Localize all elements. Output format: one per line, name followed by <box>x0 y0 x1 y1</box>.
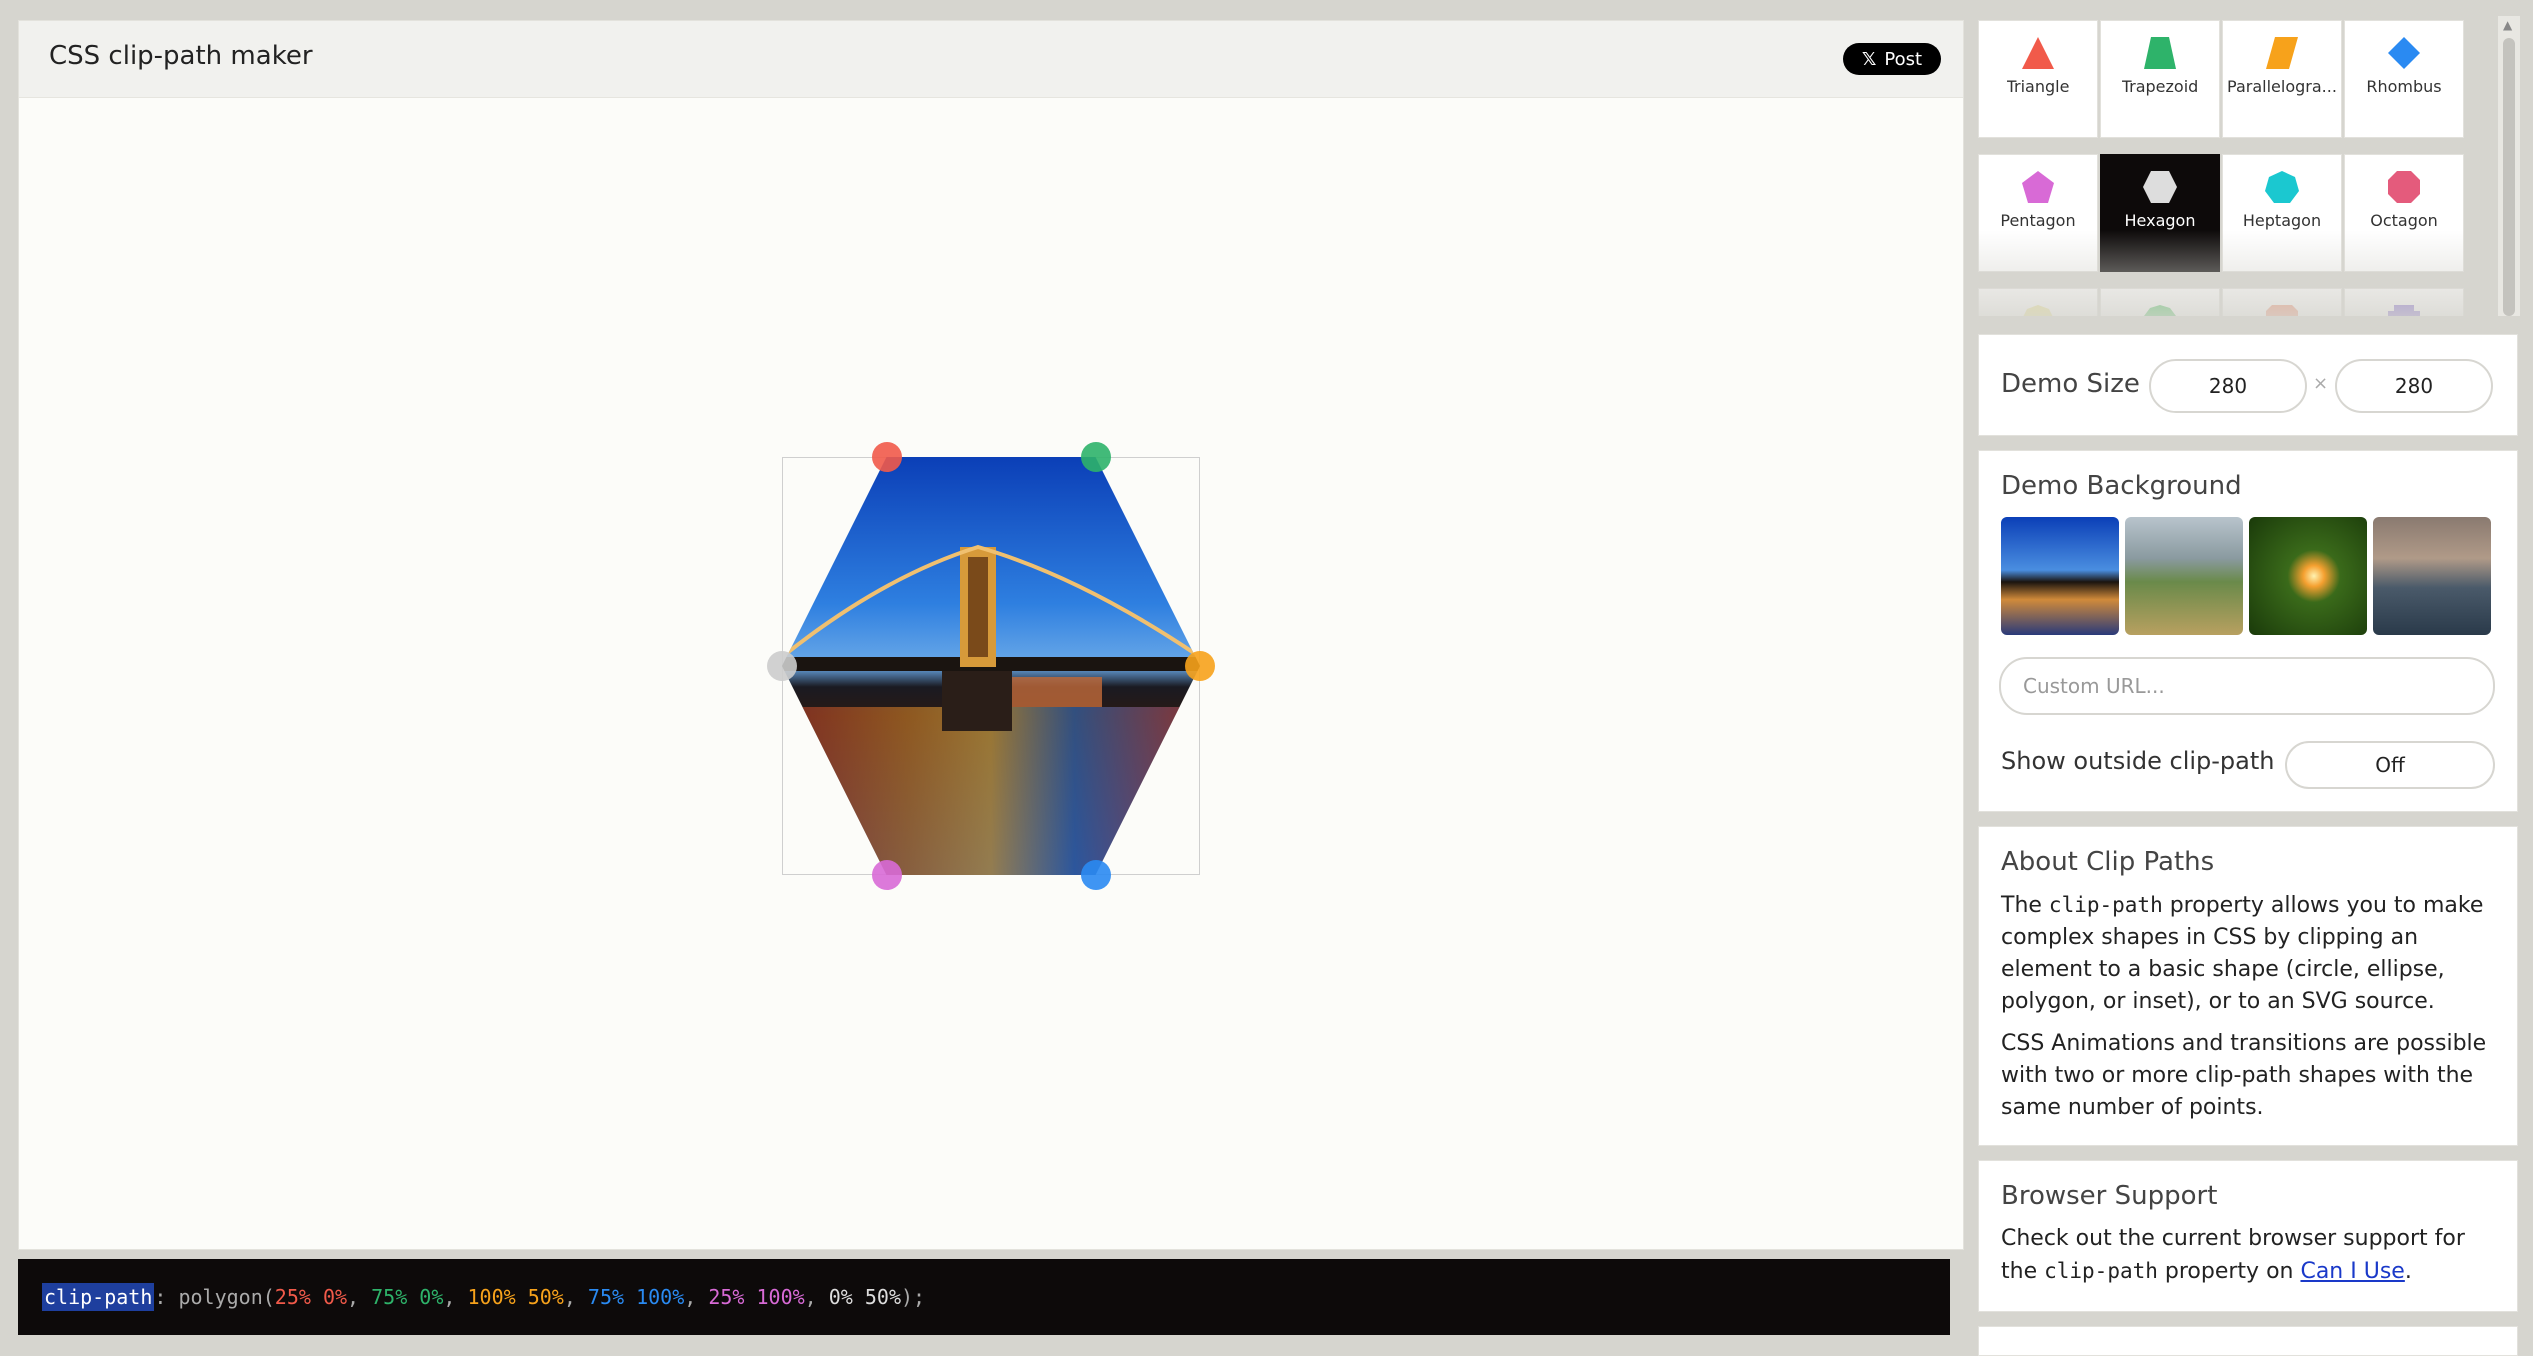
css-function: polygon( <box>178 1285 275 1309</box>
scroll-up-icon[interactable]: ▲ <box>2503 18 2512 32</box>
demo-background-card: Demo Background Custom URL... Show outsi… <box>1978 450 2518 812</box>
shape-option-pentagon[interactable]: Pentagon <box>1978 154 2098 272</box>
shape-label: Hexagon <box>2124 211 2196 230</box>
editor-panel: CSS clip-path maker 𝕏 Post <box>18 20 1964 1250</box>
post-button-label: Post <box>1884 48 1923 70</box>
background-thumb-bridge[interactable] <box>2001 517 2119 635</box>
handle-3[interactable] <box>1185 651 1215 681</box>
shape-label: Rhombus <box>2366 77 2442 96</box>
css-output[interactable]: clip-path: polygon(25% 0%, 75% 0%, 100% … <box>18 1259 1950 1335</box>
header: CSS clip-path maker 𝕏 Post <box>19 21 1963 98</box>
next-card <box>1978 1326 2518 1356</box>
x-post-button[interactable]: 𝕏 Post <box>1843 43 1941 75</box>
about-paragraph-1: The clip-path property allows you to mak… <box>2001 889 2495 1018</box>
shape-label: Octagon <box>2370 211 2438 230</box>
css-separator: , <box>684 1285 709 1309</box>
demo-size-card: Demo Size 280 × 280 <box>1978 334 2518 436</box>
shape-label: Pentagon <box>2000 211 2076 230</box>
show-outside-toggle[interactable]: Off <box>2285 741 2495 789</box>
background-thumb-sparkler[interactable] <box>2249 517 2367 635</box>
pentagon-icon <box>2022 171 2054 203</box>
heptagon-icon <box>2265 171 2299 203</box>
shape-label: Triangle <box>2006 77 2070 96</box>
about-title: About Clip Paths <box>2001 847 2215 877</box>
css-point: 75% 100% <box>587 1285 685 1309</box>
css-separator: , <box>563 1285 588 1309</box>
demo-background-label: Demo Background <box>2001 471 2242 501</box>
clipped-image <box>782 457 1200 875</box>
demo-size-label: Demo Size <box>2001 369 2140 399</box>
shape-option-rhombus[interactable]: Rhombus <box>2344 20 2464 138</box>
about-code: clip-path <box>2048 893 2163 917</box>
background-thumb-hills[interactable] <box>2125 517 2243 635</box>
css-point: 100% 50% <box>467 1285 564 1309</box>
browser-support-title: Browser Support <box>2001 1181 2218 1211</box>
shape-label: Heptagon <box>2242 211 2322 230</box>
hexagon-icon <box>2143 171 2177 203</box>
about-card: About Clip Paths The clip-path property … <box>1978 826 2518 1146</box>
handle-5[interactable] <box>871 860 902 890</box>
clip-path-demo[interactable] <box>767 442 1215 890</box>
scrollbar-thumb[interactable] <box>2503 38 2515 316</box>
demo-height-input[interactable]: 280 <box>2335 359 2493 413</box>
handle-6[interactable] <box>767 651 797 681</box>
shape-picker-scrollbar[interactable]: ▲ <box>2498 16 2520 316</box>
css-separator: , <box>804 1285 829 1309</box>
shape-option-triangle[interactable]: Triangle <box>1978 20 2098 138</box>
handle-4[interactable] <box>1080 860 1111 890</box>
shape-option-nonagon[interactable]: Nonagon <box>1978 288 2098 316</box>
css-point: 0% 50% <box>828 1285 901 1309</box>
browser-support-card: Browser Support Check out the current br… <box>1978 1160 2518 1312</box>
shape-option-parallelogra[interactable]: Parallelogra... <box>2222 20 2342 138</box>
page-title: CSS clip-path maker <box>49 41 313 71</box>
shape-picker: Triangle Trapezoid Parallelogra... Rhombus P… <box>1978 20 2518 316</box>
shape-option-trapezoid[interactable]: Trapezoid <box>2100 20 2220 138</box>
parallelogra-icon <box>2266 37 2298 69</box>
shape-option-bevel[interactable]: Bevel <box>2222 288 2342 316</box>
can-i-use-link[interactable]: Can I Use <box>2300 1259 2404 1284</box>
support-text: property on <box>2157 1259 2301 1284</box>
about-paragraph-2: CSS Animations and transitions are possi… <box>2001 1031 2487 1120</box>
triangle-icon <box>2022 37 2054 69</box>
octagon-icon <box>2388 171 2420 203</box>
rabbet-icon <box>2388 305 2420 316</box>
about-text: The <box>2001 893 2049 918</box>
background-thumb-ocean[interactable] <box>2373 517 2491 635</box>
css-point: 75% 0% <box>371 1285 444 1309</box>
css-close: ); <box>901 1285 926 1309</box>
support-text: . <box>2404 1259 2412 1284</box>
nonagon-icon <box>2023 305 2053 316</box>
shape-label: Parallelogra... <box>2227 77 2337 96</box>
show-outside-label: Show outside clip-path <box>2001 747 2275 775</box>
demo-width-input[interactable]: 280 <box>2149 359 2307 413</box>
bevel-icon <box>2266 305 2298 316</box>
shape-label: Trapezoid <box>2121 77 2199 96</box>
css-point: 25% 100% <box>708 1285 805 1309</box>
custom-url-input[interactable]: Custom URL... <box>1999 657 2495 715</box>
decagon-icon <box>2144 305 2176 316</box>
shape-option-hexagon[interactable]: Hexagon <box>2100 154 2220 272</box>
css-separator: , <box>443 1285 468 1309</box>
shape-option-decagon[interactable]: Decagon <box>2100 288 2220 316</box>
support-code: clip-path <box>2044 1259 2158 1283</box>
size-separator: × <box>2313 373 2329 394</box>
shape-option-rabbet[interactable]: Rabbet <box>2344 288 2464 316</box>
handle-2[interactable] <box>1080 442 1111 472</box>
handle-1[interactable] <box>871 442 902 472</box>
shape-option-heptagon[interactable]: Heptagon <box>2222 154 2342 272</box>
browser-support-text: Check out the current browser support fo… <box>2001 1223 2495 1288</box>
shape-option-octagon[interactable]: Octagon <box>2344 154 2464 272</box>
rhombus-icon <box>2388 37 2420 69</box>
css-property: clip-path <box>42 1283 155 1311</box>
css-separator: , <box>347 1285 372 1309</box>
css-colon: : <box>154 1285 179 1309</box>
css-point: 25% 0% <box>274 1285 348 1309</box>
x-logo-icon: 𝕏 <box>1861 48 1877 70</box>
trapezoid-icon <box>2144 37 2176 69</box>
